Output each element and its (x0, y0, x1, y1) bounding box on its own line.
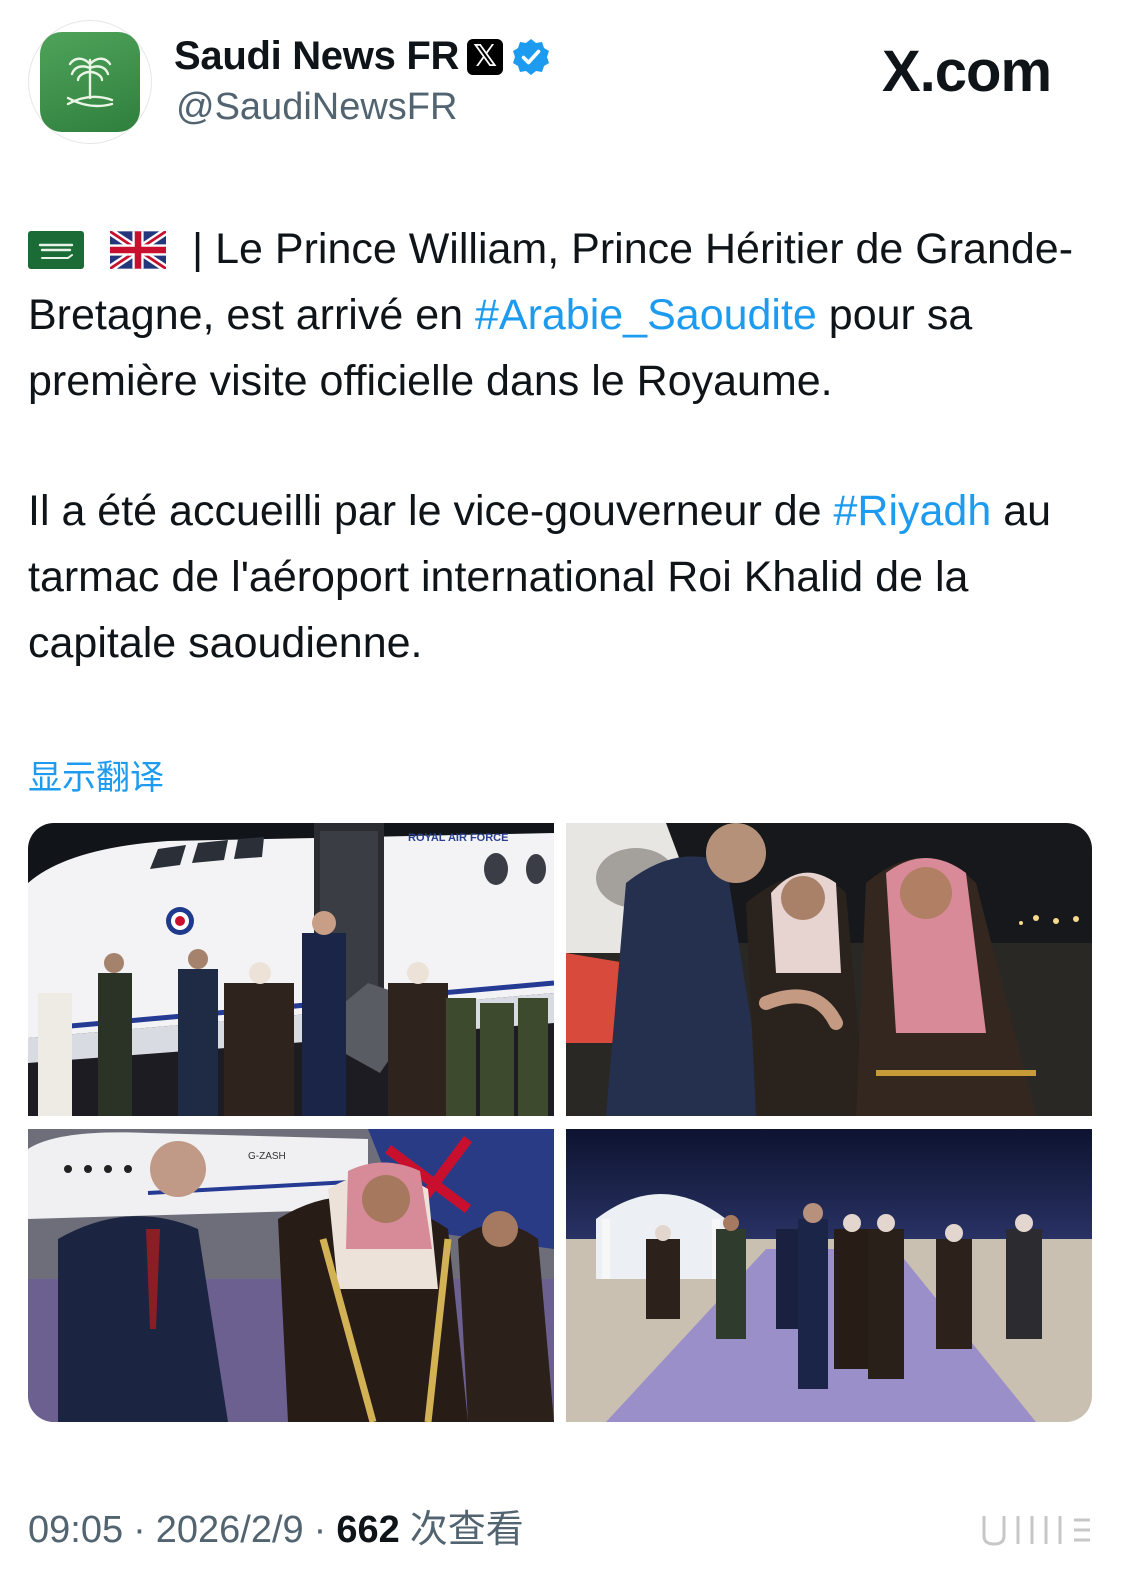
hashtag-link[interactable]: #Arabie_Saoudite (475, 291, 817, 339)
saudi-emblem-icon (40, 32, 140, 132)
tweet-text: | Le Prince William, Prince Héritier de … (28, 216, 1108, 740)
tweet-date[interactable]: 2026/2/9 (156, 1509, 304, 1552)
view-count: 662 (336, 1509, 400, 1551)
aircraft-registration: G-ZASH (248, 1151, 286, 1162)
tweet-paragraph-1: | Le Prince William, Prince Héritier de … (28, 216, 1108, 414)
x-icon[interactable]: 𝕏 (467, 38, 504, 75)
photo-plane-arrival[interactable]: ROYAL AIR FORCE (28, 823, 554, 1116)
site-logo: X.com (882, 39, 1052, 104)
saudi-flag-icon (28, 231, 84, 269)
tweet-paragraph-2: Il a été accueilli par le vice-gouverneu… (28, 478, 1108, 676)
photo-greeting[interactable] (566, 823, 1092, 1116)
account-name-row: Saudi News FR 𝕏 (174, 34, 551, 79)
avatar[interactable] (28, 20, 152, 144)
view-count-label: 次查看 (409, 1507, 524, 1551)
tweet-text-segment: Il a été accueilli par le vice-gouverneu… (28, 487, 834, 535)
verified-badge-icon[interactable] (511, 37, 551, 77)
photo-welcome[interactable]: G-ZASH (28, 1129, 554, 1422)
photo-procession[interactable] (566, 1129, 1092, 1422)
photo-grid: ROYAL AIR FORCE G-ZASH (28, 823, 1092, 1423)
display-name[interactable]: Saudi News FR (174, 34, 459, 79)
watermark-icon (982, 1516, 1090, 1546)
hashtag-link[interactable]: #Riyadh (834, 487, 992, 535)
account-handle[interactable]: @SaudiNewsFR (176, 86, 457, 129)
show-translation-link[interactable]: 显示翻译 (28, 750, 164, 799)
tweet-time[interactable]: 09:05 (28, 1509, 123, 1552)
uk-flag-icon (110, 231, 166, 269)
roundel-caption: ROYAL AIR FORCE (408, 832, 508, 844)
tweet-meta: 09:05 · 2026/2/9 · 662 次查看 (28, 1498, 524, 1553)
separator-dot: · (133, 1509, 146, 1551)
separator-dot: · (313, 1509, 327, 1551)
